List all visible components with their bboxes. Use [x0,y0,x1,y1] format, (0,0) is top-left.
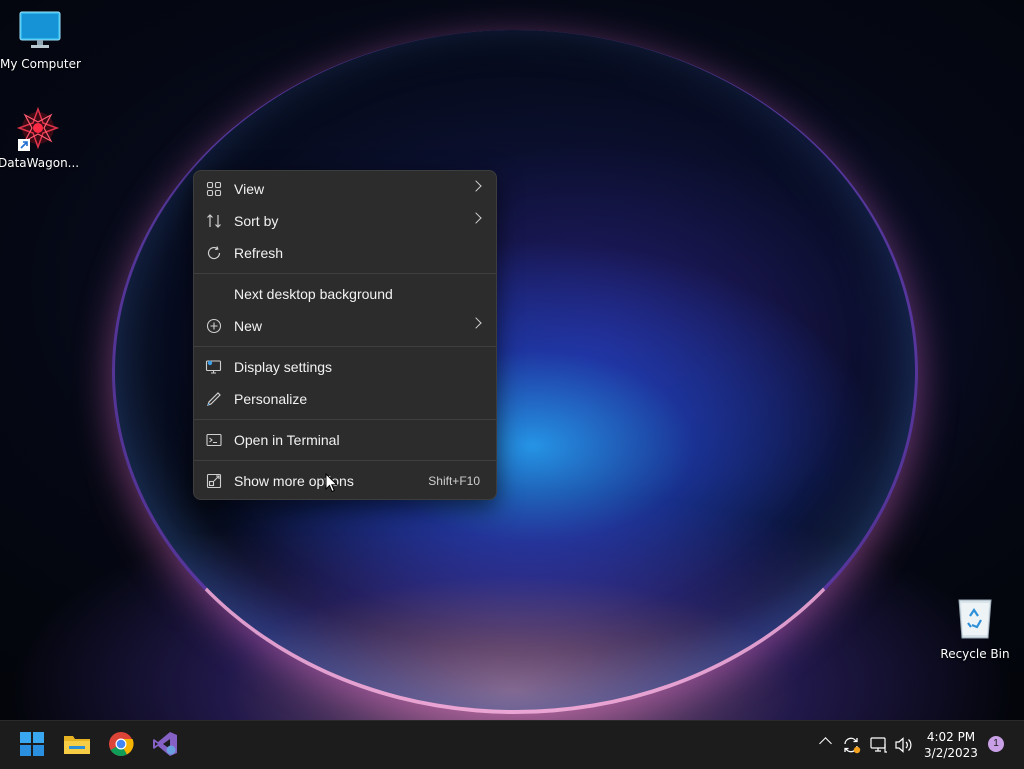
chevron-right-icon [470,212,482,224]
desktop-icon-label: Recycle Bin [940,647,1010,661]
menu-item-label: Sort by [234,213,279,229]
show-more-options-icon [194,473,234,489]
terminal-icon [194,432,234,448]
chevron-up-icon[interactable] [819,737,832,750]
refresh-icon [194,245,234,261]
clock-time: 4:02 PM [926,730,976,744]
grid-view-icon [194,181,234,197]
sort-icon [194,213,234,229]
menu-item-refresh[interactable]: Refresh [194,237,496,269]
desktop-icon-recycle-bin[interactable]: Recycle Bin [935,596,1015,661]
display-settings-icon [194,359,234,375]
network-icon[interactable] [869,735,889,758]
menu-separator [194,346,496,347]
menu-separator [194,273,496,274]
menu-item-label: Open in Terminal [234,432,340,448]
menu-item-show-more-options[interactable]: Show more options Shift+F10 [194,465,496,497]
menu-separator [194,460,496,461]
sync-update-icon[interactable] [842,735,862,758]
desktop-icon-my-computer[interactable]: My Computer [0,10,81,71]
menu-item-label: Next desktop background [234,286,393,302]
datawagon-app-icon [16,106,60,152]
chevron-right-icon [470,317,482,329]
clock-date: 3/2/2023 [924,746,978,760]
keyboard-shortcut: Shift+F10 [428,474,480,488]
menu-item-label: View [234,181,265,197]
pen-icon [194,391,234,407]
menu-item-label: Refresh [234,245,284,261]
menu-item-label: Display settings [234,359,333,375]
notification-badge[interactable]: 1 [988,736,1004,752]
chrome-icon[interactable] [108,731,136,759]
menu-item-personalize[interactable]: Personalize [194,383,496,415]
plus-circle-icon [194,318,234,334]
desktop-icon-label: DataWagon... [0,156,80,170]
taskbar-clock[interactable]: 4:02 PM 3/2/2023 [916,729,986,761]
start-icon[interactable] [19,731,47,759]
file-explorer-icon[interactable] [63,731,91,759]
desktop-context-menu: View Sort by Refresh Next desktop backgr [193,170,497,500]
menu-item-view[interactable]: View [194,173,496,205]
monitor-icon [0,10,80,53]
menu-item-open-in-terminal[interactable]: Open in Terminal [194,424,496,456]
menu-item-label: Personalize [234,391,308,407]
taskbar: 4:02 PM 3/2/2023 [0,720,1024,769]
desktop-icon-label: My Computer [0,57,81,71]
desktop-icon-datawagon[interactable]: DataWagon... [0,106,80,170]
menu-separator [194,419,496,420]
menu-item-display-settings[interactable]: Display settings [194,351,496,383]
desktop[interactable]: My Computer DataWagon... Recycle Bin Vie… [0,0,1024,720]
chevron-right-icon [470,180,482,192]
volume-icon[interactable] [894,735,914,758]
menu-item-sort-by[interactable]: Sort by [194,205,496,237]
menu-item-label: New [234,318,263,334]
mouse-cursor-icon [325,472,339,497]
visual-studio-icon[interactable] [152,731,180,759]
menu-item-next-desktop-background[interactable]: Next desktop background [194,278,496,310]
menu-item-new[interactable]: New [194,310,496,342]
recycle-bin-icon [935,596,1015,643]
